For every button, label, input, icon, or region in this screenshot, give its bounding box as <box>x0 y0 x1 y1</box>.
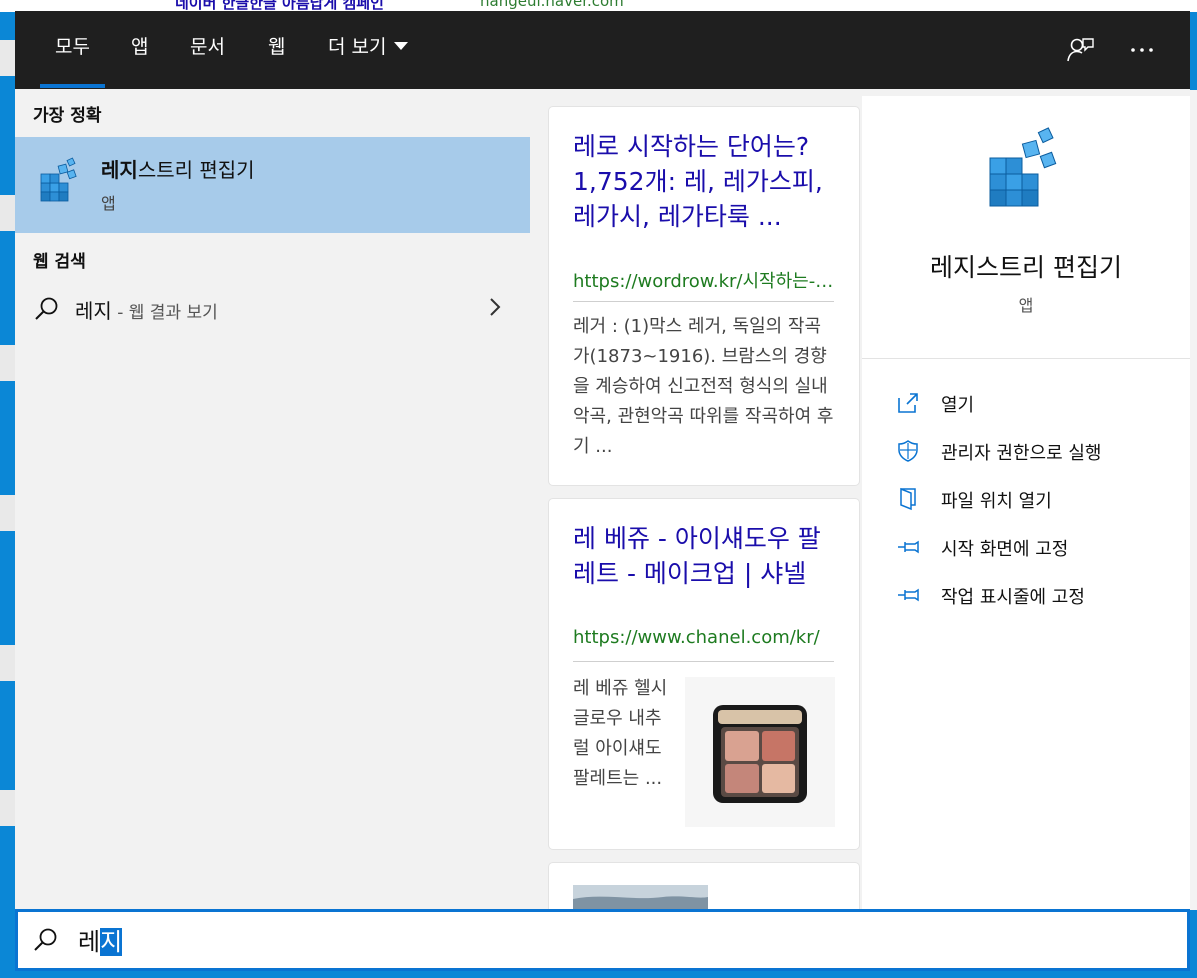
card-divider <box>573 301 834 302</box>
open-icon <box>898 393 918 413</box>
action-open[interactable]: 열기 <box>896 385 1186 421</box>
background-window-edge <box>1190 90 1197 910</box>
web-result-title[interactable]: 레 베쥬 - 아이섀도우 팔레트 - 메이크업 | 샤넬 <box>573 521 838 591</box>
details-divider <box>862 358 1190 359</box>
web-result-thumbnail <box>573 885 708 909</box>
action-pin-to-taskbar[interactable]: 작업 표시줄에 고정 <box>896 577 1186 613</box>
eyeshadow-palette-image <box>685 677 835 827</box>
details-app-name: 레지스트리 편집기 <box>930 253 1122 282</box>
action-pin-to-start[interactable]: 시작 화면에 고정 <box>896 529 1186 565</box>
more-options-icon[interactable] <box>1127 35 1157 65</box>
registry-editor-large-icon <box>989 127 1057 207</box>
search-tabs-bar: 모두 앱 문서 웹 더 보기 <box>15 11 1190 89</box>
tab-apps[interactable]: 앱 <box>131 33 148 67</box>
action-pin-to-start-label: 시작 화면에 고정 <box>941 539 1069 560</box>
search-icon <box>35 297 58 320</box>
tab-web[interactable]: 웹 <box>268 33 285 67</box>
web-result-snippet: 레거 : (1)막스 레거, 독일의 작곡가(1873~1916). 브람스의 … <box>573 316 834 457</box>
web-search-heading: 웹 검색 <box>33 252 86 272</box>
search-panel: 모두 앱 문서 웹 더 보기 가장 정확 레지스트리 편집기 앱 웹 검색 레지… <box>15 11 1190 909</box>
best-match-item[interactable]: 레지스트리 편집기 앱 <box>15 137 530 233</box>
desktop-icon[interactable] <box>0 345 16 381</box>
feedback-icon[interactable] <box>1065 35 1095 65</box>
action-pin-to-taskbar-label: 작업 표시줄에 고정 <box>941 587 1085 608</box>
action-open-file-location[interactable]: 파일 위치 열기 <box>896 481 1186 517</box>
chevron-right-icon[interactable] <box>485 295 505 319</box>
web-result-card[interactable]: 레로 시작하는 단어는? 1,752개: 레, 레가스피, 레가시, 레가타룩 … <box>549 107 859 485</box>
desktop-icon[interactable] <box>0 645 16 681</box>
card-divider <box>573 661 834 662</box>
background-url: hangeul.naver.com <box>480 0 624 10</box>
search-icon <box>34 928 57 951</box>
web-result-url[interactable]: https://wordrow.kr/시작하는-말/레/ <box>573 267 835 293</box>
desktop-icon[interactable] <box>0 40 16 76</box>
action-run-as-admin[interactable]: 관리자 권한으로 실행 <box>896 433 1186 469</box>
pin-icon <box>898 588 919 602</box>
tab-documents[interactable]: 문서 <box>190 33 225 67</box>
pin-icon <box>898 540 919 554</box>
action-open-label: 열기 <box>941 395 975 416</box>
web-result-title[interactable]: 레로 시작하는 단어는? 1,752개: 레, 레가스피, 레가시, 레가타룩 … <box>573 129 838 234</box>
action-run-as-admin-label: 관리자 권한으로 실행 <box>941 443 1102 464</box>
tab-all[interactable]: 모두 <box>40 33 105 88</box>
web-search-item[interactable]: 레지 - 웹 결과 보기 <box>15 285 530 335</box>
desktop-icon[interactable] <box>0 495 16 531</box>
details-pane: 레지스트리 편집기 앱 열기 관리자 권한으로 실행 파일 위치 열기 시작 화… <box>862 96 1190 909</box>
tab-more[interactable]: 더 보기 <box>328 33 409 67</box>
desktop-icon[interactable] <box>0 790 16 826</box>
web-result-snippet: 레 베쥬 헬시 글로우 내추럴 아이섀도 팔레트는 ... <box>573 678 668 789</box>
registry-editor-icon <box>40 157 77 202</box>
file-location-icon <box>900 487 916 511</box>
web-result-card[interactable] <box>549 863 859 909</box>
details-app-type: 앱 <box>1018 296 1034 315</box>
best-match-subtitle: 앱 <box>101 194 116 213</box>
tab-more-label: 더 보기 <box>328 36 387 58</box>
search-box[interactable]: 레지 <box>15 909 1190 971</box>
action-open-file-location-label: 파일 위치 열기 <box>941 491 1052 512</box>
web-result-url[interactable]: https://www.chanel.com/kr/ <box>573 627 835 648</box>
web-result-card[interactable]: 레 베쥬 - 아이섀도우 팔레트 - 메이크업 | 샤넬 https://www… <box>549 499 859 849</box>
web-search-query: 레지 - 웹 결과 보기 <box>75 299 218 323</box>
results-list: 가장 정확 레지스트리 편집기 앱 웹 검색 레지 - 웹 결과 보기 <box>15 89 530 909</box>
best-match-heading: 가장 정확 <box>33 106 102 126</box>
shield-icon <box>898 440 918 462</box>
best-match-title: 레지스트리 편집기 <box>101 158 255 182</box>
search-input[interactable]: 레지 <box>78 922 123 957</box>
chevron-down-icon <box>394 41 409 50</box>
desktop-icon[interactable] <box>0 195 16 231</box>
